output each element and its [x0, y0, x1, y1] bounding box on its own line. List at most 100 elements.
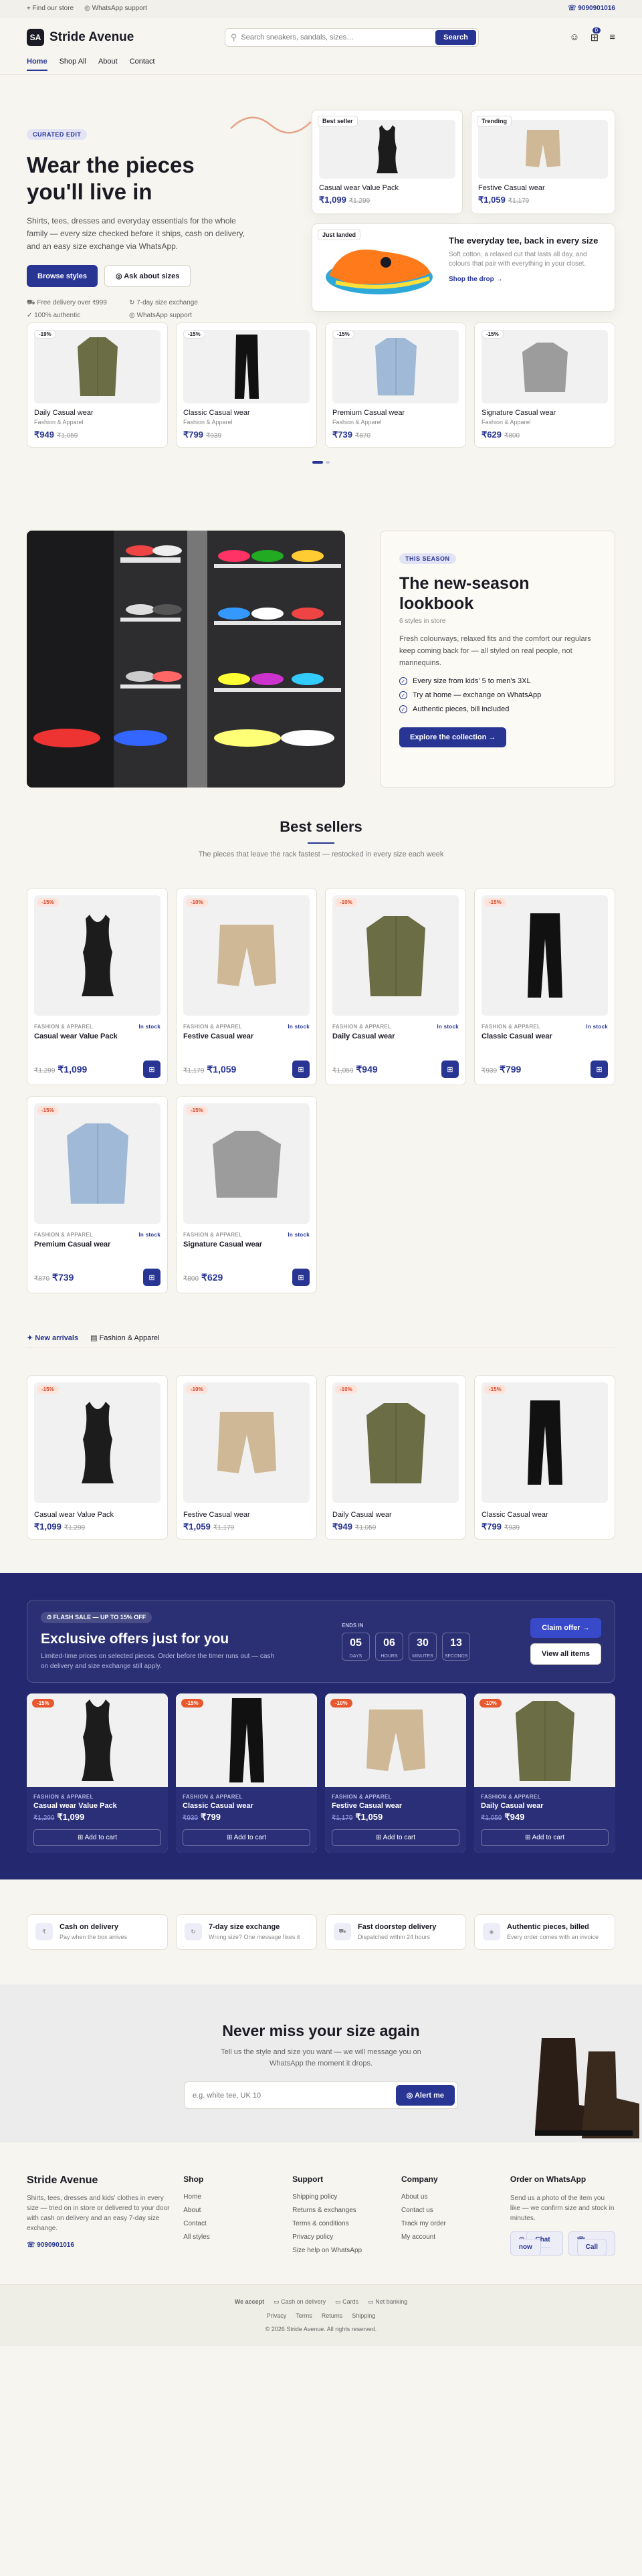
- legal-link[interactable]: Returns: [322, 2312, 343, 2319]
- product-card[interactable]: -10% FASHION & APPAREL In stock Daily Cas…: [325, 888, 466, 1085]
- legal-link[interactable]: Shipping: [352, 2312, 375, 2319]
- add-to-cart-button[interactable]: ⊞ Add to cart: [332, 1829, 459, 1846]
- product-category: FASHION & APPAREL: [34, 1232, 94, 1238]
- search-button[interactable]: Search: [435, 30, 476, 45]
- nav-contact[interactable]: Contact: [130, 58, 155, 70]
- add-to-cart-icon[interactable]: ⊞: [441, 1061, 459, 1078]
- hero-feature-card[interactable]: Just landed The everyday tee, back in ev…: [312, 223, 615, 312]
- footer-link[interactable]: Shipping policy: [292, 2193, 388, 2201]
- add-to-cart-button[interactable]: ⊞ Add to cart: [183, 1829, 310, 1846]
- product-category: FASHION & APPAREL: [332, 1024, 392, 1030]
- explore-collection-button[interactable]: Explore the collection →: [399, 727, 507, 747]
- carousel-dot[interactable]: [312, 461, 323, 464]
- hero-product-card[interactable]: Trending Festive Casual wear ₹1,059 ₹1,17…: [471, 110, 615, 214]
- product-category: FASHION & APPAREL: [183, 1232, 243, 1238]
- add-to-cart-icon[interactable]: ⊞: [143, 1061, 160, 1078]
- add-to-cart-icon[interactable]: ⊞: [292, 1061, 310, 1078]
- footer-col-title: Company: [401, 2175, 438, 2184]
- flash-product-card[interactable]: -15% FASHION & APPAREL Classic Casual we…: [176, 1693, 317, 1853]
- footer-link[interactable]: Terms & conditions: [292, 2220, 388, 2227]
- footer-link[interactable]: Contact: [183, 2220, 279, 2227]
- discount-badge: -15%: [37, 1106, 59, 1115]
- call-button[interactable]: ☏ Call: [568, 2231, 615, 2256]
- footer-link[interactable]: Size help on WhatsApp: [292, 2247, 388, 2254]
- nav-home[interactable]: Home: [27, 58, 47, 71]
- view-all-button[interactable]: View all items: [530, 1643, 601, 1665]
- perk: ↻ 7-day size exchange: [129, 299, 198, 306]
- search-bar: ⚲ Search: [224, 28, 479, 47]
- strip-product-card[interactable]: -19% Daily Casual wear Fashion & Apparel…: [27, 323, 168, 448]
- add-to-cart-button[interactable]: ⊞ Add to cart: [33, 1829, 161, 1846]
- flash-product-card[interactable]: -10% FASHION & APPAREL Daily Casual wear…: [474, 1693, 615, 1853]
- discount-badge: -15%: [183, 330, 205, 339]
- carousel-dots[interactable]: [27, 461, 615, 464]
- product-card[interactable]: -15% FASHION & APPAREL In stock Casual we…: [27, 888, 168, 1085]
- stock-status: In stock: [138, 1024, 160, 1030]
- product-card[interactable]: -15% FASHION & APPAREL In stock Classic C…: [474, 888, 615, 1085]
- phone-link[interactable]: ☏ 9090901016: [568, 5, 615, 12]
- old-price: ₹939: [183, 1815, 199, 1822]
- footer-link[interactable]: Returns & exchanges: [292, 2207, 388, 2214]
- product-image: [176, 1693, 317, 1787]
- footer-link[interactable]: About: [183, 2207, 279, 2214]
- add-to-cart-icon[interactable]: ⊞: [143, 1269, 160, 1286]
- stock-status: In stock: [288, 1232, 310, 1238]
- footer-link[interactable]: About us: [401, 2193, 497, 2201]
- product-price: ₹629: [481, 430, 502, 440]
- add-to-cart-icon[interactable]: ⊞: [292, 1269, 310, 1286]
- product-image: [27, 1693, 168, 1787]
- product-image: [481, 330, 608, 403]
- strip-product-card[interactable]: -15% Premium Casual wear Fashion & Appar…: [325, 323, 466, 448]
- shop-drop-link[interactable]: Shop the drop →: [449, 276, 608, 283]
- product-name: Festive Casual wear: [332, 1802, 403, 1810]
- newsletter-form: ◎ Alert me: [184, 2082, 458, 2109]
- alert-me-button[interactable]: ◎ Alert me: [395, 2085, 455, 2106]
- browse-styles-button[interactable]: Browse styles: [27, 265, 98, 287]
- flash-product-card[interactable]: -15% FASHION & APPAREL Casual wear Value…: [27, 1693, 168, 1853]
- strip-product-card[interactable]: -15% Signature Casual wear Fashion & App…: [474, 323, 615, 448]
- product-card[interactable]: -15% FASHION & APPAREL In stock Signature…: [176, 1096, 317, 1293]
- legal-link[interactable]: Privacy: [267, 2312, 287, 2319]
- footer-link[interactable]: Contact us: [401, 2207, 497, 2214]
- newsletter-input[interactable]: [187, 2085, 396, 2106]
- whatsapp-support-link[interactable]: ◎ WhatsApp support: [84, 5, 147, 12]
- product-card[interactable]: -15% Classic Casual wear ₹799 ₹939: [474, 1375, 615, 1540]
- product-card[interactable]: -10% FASHION & APPAREL In stock Festive C…: [176, 888, 317, 1085]
- footer-link[interactable]: Track my order: [401, 2220, 497, 2227]
- tab-new-arrivals[interactable]: ✦ New arrivals: [27, 1333, 78, 1342]
- carousel-dot[interactable]: [326, 461, 330, 464]
- chat-now-button[interactable]: ◎ Chat now: [510, 2231, 563, 2256]
- footer-link[interactable]: Privacy policy: [292, 2233, 388, 2241]
- nav-shop-all[interactable]: Shop All: [60, 58, 86, 70]
- add-to-cart-button[interactable]: ⊞ Add to cart: [481, 1829, 609, 1846]
- product-card[interactable]: -15% FASHION & APPAREL In stock Premium C…: [27, 1096, 168, 1293]
- tab-fashion[interactable]: ▤ Fashion & Apparel: [90, 1333, 159, 1342]
- footer-phone[interactable]: ☏ 9090901016: [27, 2240, 170, 2250]
- product-card[interactable]: -10% Festive Casual wear ₹1,059 ₹1,179: [176, 1375, 317, 1540]
- ask-sizes-button[interactable]: ◎ Ask about sizes: [104, 265, 191, 287]
- nav-about[interactable]: About: [98, 58, 118, 70]
- footer-link[interactable]: Home: [183, 2193, 279, 2201]
- strip-product-card[interactable]: -15% Classic Casual wear Fashion & Appar…: [176, 323, 317, 448]
- search-input[interactable]: [241, 33, 432, 41]
- account-icon[interactable]: ☺: [569, 31, 579, 43]
- footer-link[interactable]: My account: [401, 2233, 497, 2241]
- footer-brand: Stride Avenue: [27, 2175, 98, 2186]
- find-store-link[interactable]: ⌖ Find our store: [27, 5, 74, 12]
- product-card[interactable]: -15% Casual wear Value Pack ₹1,099 ₹1,299: [27, 1375, 168, 1540]
- product-card[interactable]: -10% Daily Casual wear ₹949 ₹1,059: [325, 1375, 466, 1540]
- old-price: ₹1,299: [64, 1524, 86, 1532]
- legal-link[interactable]: Terms: [296, 2312, 312, 2319]
- add-to-cart-icon[interactable]: ⊞: [591, 1061, 608, 1078]
- bestsellers-grid: -15% FASHION & APPAREL In stock Casual we…: [27, 888, 615, 1293]
- copyright: © 2026 Stride Avenue. All rights reserve…: [265, 2326, 377, 2332]
- claim-offer-button[interactable]: Claim offer →: [530, 1618, 601, 1638]
- footer-link[interactable]: All styles: [183, 2233, 279, 2241]
- flash-product-card[interactable]: -10% FASHION & APPAREL Festive Casual we…: [325, 1693, 466, 1853]
- product-name: Casual wear Value Pack: [319, 184, 399, 192]
- hero-product-card[interactable]: Best seller Casual wear Value Pack ₹1,09…: [312, 110, 463, 214]
- lookbook-image: [27, 531, 345, 788]
- menu-icon[interactable]: ≡: [609, 31, 615, 43]
- logo[interactable]: SA Stride Avenue: [27, 29, 134, 46]
- old-price: ₹1,299: [348, 197, 370, 205]
